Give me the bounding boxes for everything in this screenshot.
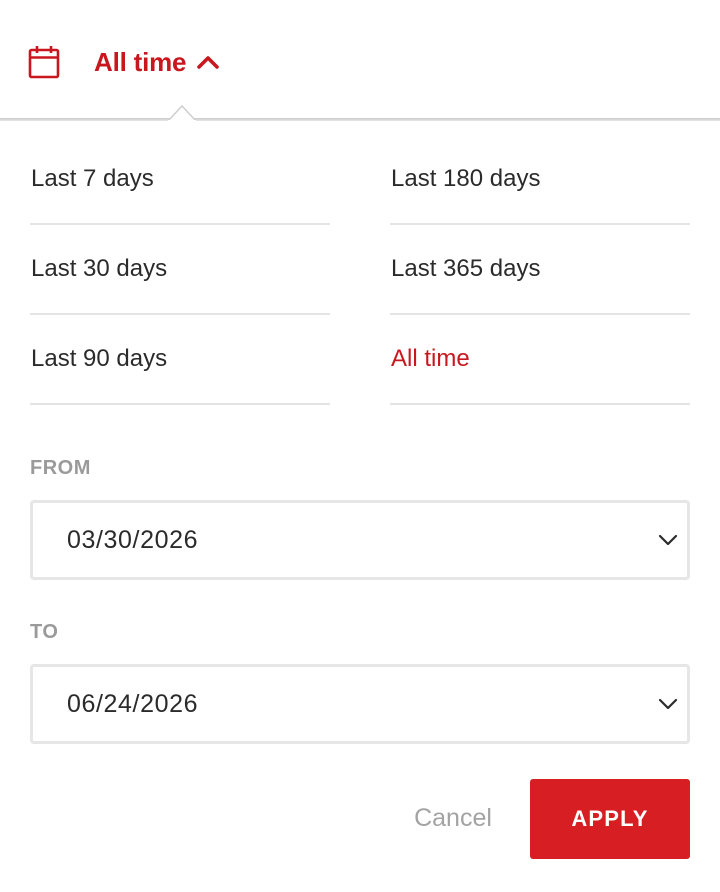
from-date-select[interactable]: 03/30/2026 — [30, 500, 690, 580]
date-range-picker: All time Last 7 days Last 180 days Last … — [0, 0, 720, 892]
to-date-value: 06/24/2026 — [67, 689, 199, 718]
selected-range-label: All time — [94, 46, 187, 77]
preset-all-time[interactable]: All time — [390, 315, 690, 405]
dropdown-panel-border — [0, 118, 720, 121]
from-label: FROM — [30, 457, 91, 479]
cancel-button[interactable]: Cancel — [400, 790, 506, 846]
preset-last-180-days[interactable]: Last 180 days — [390, 135, 690, 225]
preset-last-90-days[interactable]: Last 90 days — [30, 315, 330, 405]
from-date-value: 03/30/2026 — [67, 525, 199, 554]
date-range-trigger[interactable]: All time — [28, 40, 220, 84]
chevron-down-icon — [657, 693, 679, 715]
preset-last-7-days[interactable]: Last 7 days — [30, 135, 330, 225]
preset-last-365-days[interactable]: Last 365 days — [390, 225, 690, 315]
chevron-up-icon — [196, 54, 220, 70]
preset-last-30-days[interactable]: Last 30 days — [30, 225, 330, 315]
apply-button[interactable]: APPLY — [530, 779, 690, 859]
calendar-icon — [28, 45, 60, 79]
chevron-down-icon — [657, 529, 679, 551]
to-label: TO — [30, 621, 59, 643]
dropdown-caret — [168, 104, 196, 122]
to-date-select[interactable]: 06/24/2026 — [30, 664, 690, 744]
